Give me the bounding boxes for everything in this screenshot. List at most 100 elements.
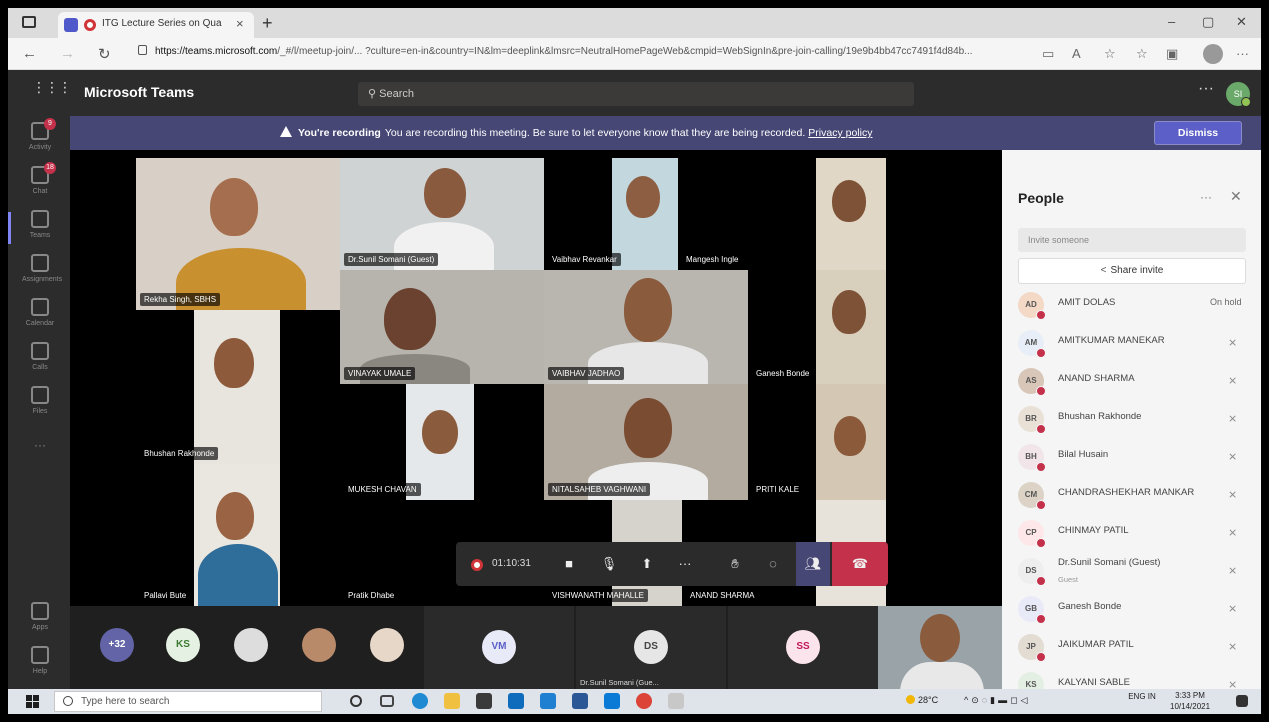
minimize-button[interactable]: – (1168, 14, 1175, 29)
app-launcher-icon[interactable]: ⋮⋮⋮ (32, 80, 72, 100)
share-invite-button[interactable]: < Share invite (1018, 258, 1246, 284)
back-arrow-icon[interactable]: ← (22, 45, 37, 62)
word-icon[interactable] (572, 693, 588, 709)
participant-row[interactable]: GB Ganesh Bonde ⨯ (1002, 590, 1261, 628)
rail-item-activity[interactable]: 9 Activity (22, 118, 58, 166)
cortana-icon[interactable] (350, 695, 362, 707)
rail-item-more[interactable]: ··· (22, 434, 58, 454)
dismiss-button[interactable]: Dismiss (1154, 121, 1242, 145)
participant-row[interactable]: BR Bhushan Rakhonde ⨯ (1002, 400, 1261, 438)
store-icon[interactable] (476, 693, 492, 709)
video-tile[interactable]: Ganesh Bonde (748, 270, 886, 384)
close-window-button[interactable]: ✕ (1236, 14, 1247, 30)
rail-item-help[interactable]: Help (22, 646, 58, 690)
invite-input[interactable]: Invite someone (1018, 228, 1246, 252)
participant-row[interactable]: AM AMITKUMAR MANEKAR ⨯ (1002, 324, 1261, 362)
chrome-icon[interactable] (636, 693, 652, 709)
rail-item-calls[interactable]: Calls (22, 342, 58, 386)
panel-more-button[interactable]: ··· (1200, 190, 1212, 204)
share-screen-button[interactable]: ⬆ (630, 542, 664, 586)
video-tile[interactable]: Bhushan Rakhonde (136, 310, 340, 464)
participant-row[interactable]: BH Bilal Husain ⨯ (1002, 438, 1261, 476)
new-tab-button[interactable]: + (262, 13, 273, 34)
browser-profile-avatar[interactable] (1203, 44, 1223, 64)
system-tray-icons[interactable]: ^⊙◌▮▬◻◁ (964, 695, 1030, 706)
mic-button[interactable]: 🎙︎ (592, 542, 626, 586)
notifications-icon[interactable] (1236, 695, 1248, 707)
participant-row[interactable]: CM CHANDRASHEKHAR MANKAR ⨯ (1002, 476, 1261, 514)
mail-icon[interactable] (508, 693, 524, 709)
taskbar-search-input[interactable]: Type here to search (54, 691, 322, 712)
tab-close-icon[interactable]: × (236, 16, 244, 31)
video-tile[interactable]: Vaibhav Revankar (544, 158, 678, 270)
participant-avatar-photo[interactable] (370, 628, 404, 662)
participant-avatar: AM (1018, 330, 1046, 358)
participant-row[interactable]: JP JAIKUMAR PATIL ⨯ (1002, 628, 1261, 666)
participant-avatar-photo[interactable] (302, 628, 336, 662)
url-field[interactable]: https://teams.microsoft.com/_#/l/meetup-… (138, 45, 1028, 63)
edge-browser-icon[interactable] (412, 693, 428, 709)
panel-close-button[interactable]: ✕ (1230, 188, 1242, 205)
participant-row[interactable]: DS Dr.Sunil Somani (Guest) Guest ⨯ (1002, 552, 1261, 590)
video-tile[interactable]: PRITI KALE (748, 384, 886, 500)
participant-name: Vaibhav Revankar (548, 253, 621, 266)
camera-button[interactable]: ■ (552, 542, 586, 586)
video-tile[interactable]: VINAYAK UMALE (340, 270, 544, 384)
restore-button[interactable]: ▢ (1202, 14, 1214, 30)
file-explorer-icon[interactable] (444, 693, 460, 709)
participant-row[interactable]: AD AMIT DOLAS On hold (1002, 286, 1261, 324)
video-tile[interactable]: Mangesh Ingle (678, 158, 886, 270)
video-tile[interactable]: MUKESH CHAVAN (340, 384, 544, 500)
participant-avatar[interactable]: KS (166, 628, 200, 662)
favorites-icon[interactable]: ☆ (1136, 46, 1148, 62)
read-aloud-icon[interactable]: A (1072, 46, 1081, 61)
audio-tile[interactable]: VM (424, 606, 574, 689)
audio-tile[interactable]: SS (728, 606, 878, 689)
video-tile[interactable]: VAIBHAV JADHAO (544, 270, 748, 384)
input-language[interactable]: ENG IN (1128, 692, 1156, 701)
audio-tile[interactable]: DS Dr.Sunil Somani (Gue... (576, 606, 726, 689)
app-icon[interactable] (540, 693, 556, 709)
task-view-icon[interactable] (380, 695, 394, 707)
taskbar-clock[interactable]: 3:33 PM 10/14/2021 (1170, 690, 1210, 712)
video-tile[interactable]: Pallavi Bute (136, 464, 340, 606)
participants-button[interactable]: 👥︎ (796, 542, 830, 586)
windows-start-icon[interactable] (26, 695, 39, 708)
camera-permission-icon[interactable]: ▭ (1042, 46, 1054, 62)
hang-up-button[interactable]: ☎︎ (832, 542, 888, 586)
chat-button[interactable]: ◌ (756, 542, 790, 586)
settings-more-button[interactable]: ··· (1198, 80, 1214, 98)
participant-video (210, 178, 258, 236)
favorite-star-icon[interactable]: ☆ (1104, 46, 1116, 62)
self-view-video[interactable] (878, 606, 1008, 689)
rail-item-files[interactable]: Files (22, 386, 58, 430)
workspaces-icon[interactable] (22, 16, 36, 28)
video-tile[interactable]: NITALSAHEB VAGHWANI (544, 384, 748, 500)
browser-tab-teams[interactable]: ITG Lecture Series on Qua... × (58, 12, 254, 38)
participant-row[interactable]: AS ANAND SHARMA ⨯ (1002, 362, 1261, 400)
file-icon (31, 386, 49, 404)
rail-item-apps[interactable]: Apps (22, 602, 58, 646)
paint-icon[interactable] (668, 693, 684, 709)
rail-item-assignments[interactable]: Assignments (22, 254, 62, 298)
participant-avatar-photo[interactable] (234, 628, 268, 662)
raise-hand-button[interactable]: ✋︎ (718, 542, 752, 586)
rail-item-chat[interactable]: 18 Chat (22, 162, 58, 210)
participant-row[interactable]: CP CHINMAY PATIL ⨯ (1002, 514, 1261, 552)
refresh-icon[interactable]: ↻ (98, 45, 111, 63)
rail-item-calendar[interactable]: Calendar (22, 298, 58, 342)
recording-title: You're recording (298, 127, 381, 139)
browser-menu-icon[interactable]: ··· (1236, 46, 1249, 61)
weather-widget[interactable]: 28°C (906, 695, 938, 705)
more-actions-button[interactable]: ··· (668, 542, 702, 586)
profile-avatar[interactable]: SI (1226, 82, 1251, 107)
app-icon[interactable] (604, 693, 620, 709)
search-input[interactable]: ⚲ Search (358, 82, 914, 106)
forward-arrow-icon[interactable]: → (60, 45, 75, 62)
rail-item-teams[interactable]: Teams (22, 210, 58, 254)
overflow-participants-button[interactable]: +32 (100, 628, 134, 662)
privacy-policy-link[interactable]: Privacy policy (808, 127, 872, 139)
collections-icon[interactable]: ▣ (1166, 46, 1178, 62)
video-tile[interactable]: Rekha Singh, SBHS (136, 158, 340, 310)
video-tile[interactable]: Dr.Sunil Somani (Guest) (340, 158, 544, 270)
